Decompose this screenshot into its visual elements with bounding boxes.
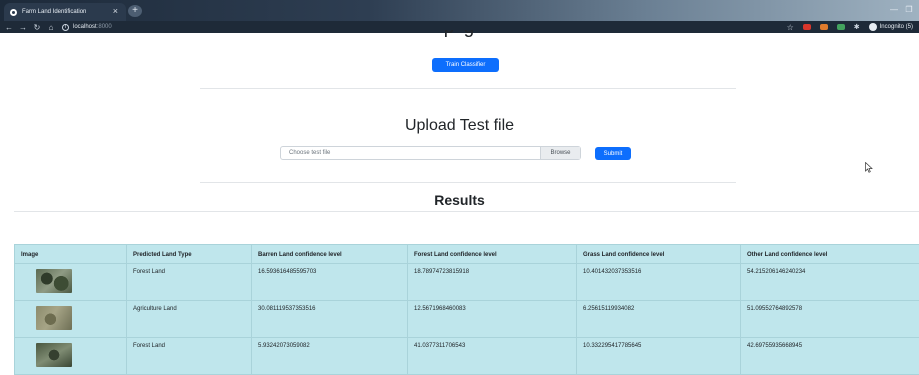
header-barren-confidence: Barren Land confidence level [251,244,408,264]
land-thumbnail [36,306,72,330]
star-icon[interactable]: ☆ [787,23,794,32]
info-icon[interactable]: i [62,23,69,31]
results-title: Results [434,192,485,208]
back-icon[interactable]: ← [4,23,14,32]
forward-icon[interactable]: → [18,23,28,32]
divider-top [200,88,736,89]
other-cell: 51.09552764892578 [740,300,919,338]
header-forest-confidence: Forest Land confidence level [407,244,577,264]
divider-results [14,211,919,212]
image-cell [14,300,127,338]
table-header-row: Image Predicted Land Type Barren Land co… [14,244,919,264]
grass-cell: 10.401432037353516 [576,263,741,301]
land-thumbnail [36,343,72,367]
land-type-cell: Forest Land [126,263,252,301]
other-cell: 42.69755935668945 [740,337,919,375]
home-icon[interactable]: ⌂ [46,23,56,32]
address-bar[interactable]: i localhost:8000 [62,23,112,31]
divider-middle [200,182,736,183]
close-tab-icon[interactable]: × [113,6,118,16]
header-image: Image [14,244,127,264]
header-grass-confidence: Grass Land confidence level [576,244,741,264]
land-type-cell: Agriculture Land [126,300,252,338]
forest-cell: 18.78974723815918 [407,263,577,301]
forest-cell: 12.5671968460083 [407,300,577,338]
extensions-puzzle-icon[interactable]: ✱ [854,23,860,31]
globe-icon [10,8,17,16]
new-tab-icon[interactable]: + [128,5,142,17]
barren-cell: 30.081119537353516 [251,300,408,338]
upload-title: Upload Test file [404,117,515,134]
browser-tab[interactable]: Farm Land Identification × [4,3,126,21]
table-row: Forest Land 16.593616485595703 18.789747… [14,263,919,301]
address-host: localhost [73,24,97,30]
reload-icon[interactable]: ↻ [32,23,42,32]
header-other-confidence: Other Land confidence level [740,244,919,264]
browser-tab-bar: Farm Land Identification × + — ❐ [0,0,919,21]
submit-button[interactable]: Submit [595,147,631,160]
image-cell [14,263,127,301]
grass-cell: 10.332295417785645 [576,337,741,375]
train-classifier-button[interactable]: Train Classifier [432,58,499,72]
incognito-indicator[interactable]: Incognito (5) [868,23,913,31]
extension-icon-red[interactable] [802,24,811,30]
image-cell [14,337,127,375]
mouse-cursor-icon [865,162,873,173]
test-file-input[interactable]: Choose test file Browse [280,146,581,160]
header-predicted-land-type: Predicted Land Type [126,244,252,264]
file-input-placeholder: Choose test file [289,150,331,156]
tab-title: Farm Land Identification [22,9,87,15]
other-cell: 54.215206146240234 [740,263,919,301]
table-row: Forest Land 5.93242073059082 41.03773117… [14,337,919,375]
table-row: Agriculture Land 30.081119537353516 12.5… [14,300,919,338]
incognito-label: Incognito (5) [879,24,913,30]
forest-cell: 41.0377311706543 [407,337,577,375]
restore-icon[interactable]: ❐ [902,3,916,17]
barren-cell: 5.93242073059082 [251,337,408,375]
barren-cell: 16.593616485595703 [251,263,408,301]
incognito-icon [868,23,877,31]
extension-icon-green[interactable] [836,24,845,30]
extension-icon-orange[interactable] [819,24,828,30]
grass-cell: 6.25615119934082 [576,300,741,338]
browse-button[interactable]: Browse [540,147,580,159]
results-table: Image Predicted Land Type Barren Land co… [14,244,919,375]
page-heading-clipped: p g [300,30,620,38]
toolbar-extensions: ☆ ✱ Incognito (5) [787,21,913,33]
land-type-cell: Forest Land [126,337,252,375]
land-thumbnail [36,269,72,293]
minimize-icon[interactable]: — [887,3,901,17]
address-port: :8000 [96,24,112,30]
